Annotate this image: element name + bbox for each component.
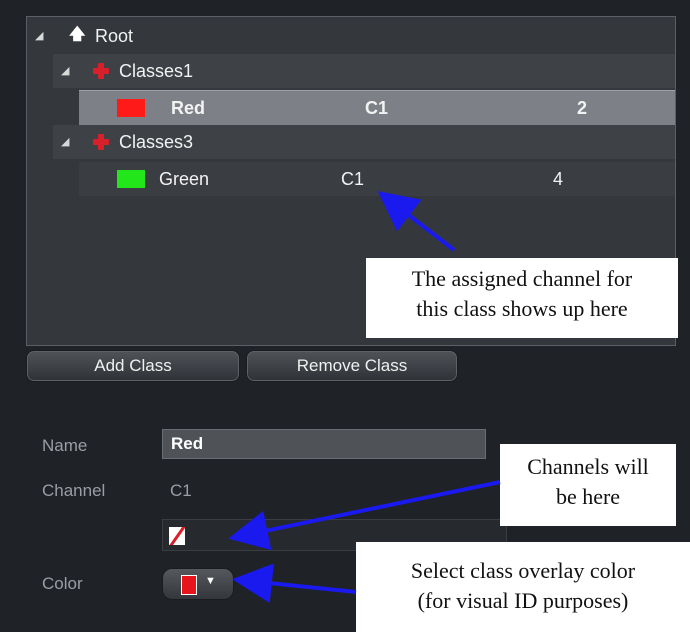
annotation-arrows bbox=[228, 191, 501, 604]
arrow-to-channel-selector bbox=[228, 480, 501, 551]
arrow-to-channel-column bbox=[377, 191, 456, 252]
arrow-to-color-button bbox=[232, 563, 357, 604]
